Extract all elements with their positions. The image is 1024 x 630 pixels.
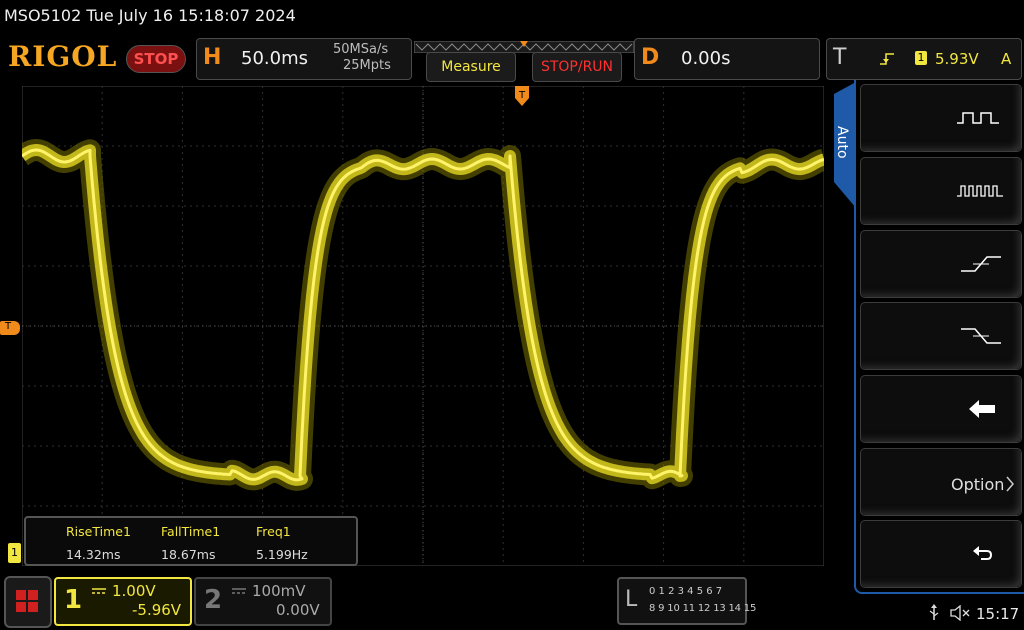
pulse-train-measure-button[interactable] — [860, 157, 1022, 225]
timebase-value: 50.0ms — [241, 48, 308, 69]
trigger-sweep-label: Auto — [834, 126, 850, 159]
waveform-display[interactable] — [13, 85, 833, 567]
trigger-position-marker[interactable]: T — [515, 86, 531, 112]
ch1-ground-marker-label: 1 — [11, 546, 18, 559]
menu-grid-icon — [16, 590, 38, 612]
channel2-offset: 0.00V — [276, 601, 320, 619]
svg-text:T: T — [518, 90, 526, 101]
rise-edge-icon — [961, 256, 1001, 272]
measurement-item: RiseTime1 14.32ms — [66, 524, 131, 562]
trigger-mode: A — [1001, 50, 1012, 68]
channel1-number: 1 — [64, 585, 83, 615]
usb-icon — [929, 604, 939, 620]
logic-label: L — [625, 587, 638, 612]
dc-coupling-icon — [92, 588, 106, 594]
measurement-name: RiseTime1 — [66, 524, 131, 539]
delay-label: D — [641, 45, 660, 70]
sample-rate: 50MSa/s — [333, 42, 389, 57]
fall-edge-icon — [961, 328, 1001, 344]
main-menu-button[interactable] — [4, 576, 52, 628]
measurement-results[interactable]: RiseTime1 14.32ms FallTime1 18.67ms Freq… — [24, 516, 358, 566]
run-state-stop-button[interactable]: STOP — [126, 45, 186, 73]
channel1-offset: -5.96V — [132, 601, 182, 619]
measurement-item: Freq1 5.199Hz — [256, 524, 308, 562]
channel1-panel[interactable]: 1 1.00V -5.96V — [54, 577, 192, 626]
rigol-logo: RIGOL — [8, 40, 118, 73]
trigger-edge-icon — [879, 51, 895, 70]
pulse-train-icon — [957, 185, 1003, 197]
trigger-label: T — [833, 45, 847, 70]
trigger-source-badge: 1 — [915, 51, 927, 65]
ch1-ground-marker[interactable]: 1 — [8, 543, 21, 563]
measurement-item: FallTime1 18.67ms — [161, 524, 220, 562]
trigger-sweep-tab[interactable]: Auto — [826, 82, 856, 208]
measurement-value: 14.32ms — [66, 547, 121, 562]
stop-run-button[interactable]: STOP/RUN — [532, 52, 622, 82]
channel2-number: 2 — [204, 585, 223, 615]
chevron-right-icon — [1006, 476, 1014, 492]
horizontal-label: H — [203, 45, 222, 70]
measurement-name: Freq1 — [256, 524, 291, 539]
return-icon — [973, 546, 993, 560]
delay-panel[interactable]: D 0.00s — [634, 38, 820, 80]
system-clock: 15:17 — [976, 605, 1020, 623]
measure-button[interactable]: Measure — [426, 52, 516, 82]
memory-depth: 25Mpts — [343, 58, 391, 73]
channel2-panel[interactable]: 2 100mV 0.00V — [194, 577, 332, 626]
measurement-name: FallTime1 — [161, 524, 221, 539]
status-title: MSO5102 Tue July 16 15:18:07 2024 — [4, 6, 296, 25]
return-button[interactable] — [860, 520, 1022, 588]
measurement-value: 18.67ms — [161, 547, 216, 562]
dc-coupling-icon — [232, 588, 246, 594]
option-label: Option — [951, 475, 1005, 494]
channel2-scale: 100mV — [252, 582, 306, 600]
measurement-value: 5.199Hz — [256, 547, 308, 562]
channel1-scale: 1.00V — [112, 582, 156, 600]
delay-value: 0.00s — [681, 48, 731, 69]
pulse-icon — [957, 112, 999, 124]
trigger-panel[interactable]: T 1 5.93V A — [826, 38, 1022, 80]
fall-time-measure-button[interactable] — [860, 302, 1022, 370]
back-button[interactable] — [860, 375, 1022, 443]
trigger-level-marker-label: T — [5, 321, 12, 332]
memory-position-bar — [413, 38, 635, 54]
back-arrow-icon — [969, 400, 995, 418]
pulse-measure-button[interactable] — [860, 84, 1022, 152]
logic-analyzer-panel[interactable]: L 0 1 2 3 4 5 6 7 8 9 10 11 12 13 14 15 — [617, 577, 756, 625]
trigger-level: 5.93V — [935, 50, 979, 68]
logic-channels-row1: 0 1 2 3 4 5 6 7 — [649, 586, 723, 597]
logic-channels-row2: 8 9 10 11 12 13 14 15 — [649, 603, 757, 614]
speaker-mute-icon[interactable] — [950, 605, 970, 621]
trigger-level-marker[interactable]: T — [0, 321, 20, 335]
rise-time-measure-button[interactable] — [860, 230, 1022, 298]
graticule — [13, 85, 833, 567]
horizontal-panel[interactable]: H 50.0ms 50MSa/s 25Mpts — [196, 38, 412, 80]
option-button[interactable]: Option — [860, 448, 1022, 516]
